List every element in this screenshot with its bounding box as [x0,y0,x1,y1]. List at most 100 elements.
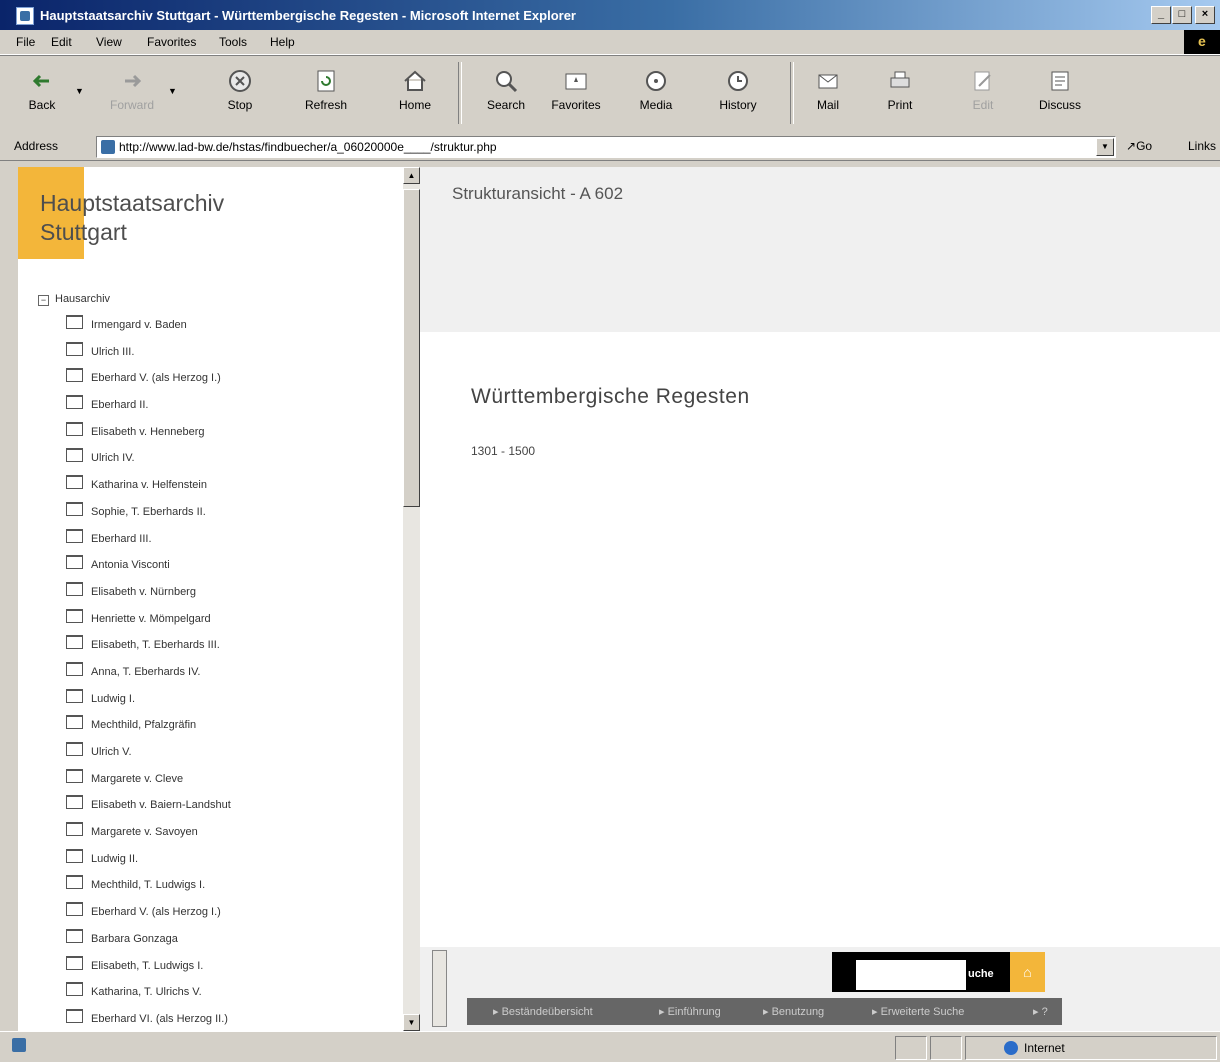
scroll-thumb[interactable] [403,189,420,507]
menu-file[interactable]: File [16,35,35,49]
window-title: Hauptstaatsarchiv Stuttgart - Württember… [40,8,576,23]
back-button[interactable]: Back [12,60,72,130]
tree-item-label: Elisabeth v. Henneberg [91,425,205,438]
nav-einfuehrung[interactable]: ▸ Einführung [659,1005,721,1018]
nav-benutzung[interactable]: ▸ Benutzung [763,1005,824,1018]
refresh-button[interactable]: Refresh [296,60,356,130]
tree-item[interactable]: Ludwig II. [66,848,231,876]
home-link-button[interactable]: ⌂ [1010,952,1045,992]
tree-item[interactable]: Katharina v. Helfenstein [66,475,231,502]
tree-item[interactable]: Ulrich V. [66,742,231,769]
nav-bestaendeuebersicht[interactable]: ▸ Beständeübersicht [493,1005,593,1018]
home-button[interactable]: Home [385,60,445,130]
tree-item[interactable]: Irmengard v. Baden [66,315,231,342]
standard-toolbar: Back ▼ Forward ▼ Stop Refresh Home Searc… [0,55,1220,133]
links-button[interactable]: Links [1188,139,1216,153]
footer-frame-scrollbar[interactable] [432,950,447,1027]
security-zone-pane [965,1036,1217,1060]
back-dropdown-arrow[interactable]: ▼ [75,86,84,96]
menu-help[interactable]: Help [270,35,295,49]
search-label: Search [486,98,526,112]
tree-item[interactable]: Anna, T. Eberhards IV. [66,661,231,689]
scroll-down-arrow[interactable]: ▼ [403,1014,420,1031]
folder-icon [66,635,83,650]
minimize-button[interactable]: _ [1151,6,1171,24]
tree-item[interactable]: Barbara Gonzaga [66,928,231,956]
menu-favorites[interactable]: Favorites [147,35,196,49]
tree-item[interactable]: Margarete v. Cleve [66,768,231,796]
history-label: History [719,98,757,112]
forward-dropdown-arrow[interactable]: ▼ [168,86,177,96]
tree-item[interactable]: Mechthild, T. Ludwigs I. [66,875,231,902]
back-label: Back [28,98,56,112]
home-icon [404,70,426,91]
tree-item-label: Ulrich III. [91,345,135,358]
tree-item[interactable]: Eberhard II. [66,395,231,422]
tree-item[interactable]: Elisabeth, T. Ludwigs I. [66,955,231,983]
media-label: Media [639,98,673,112]
tree-item[interactable]: Henriette v. Mömpelgard [66,608,231,636]
close-button[interactable]: × [1195,6,1215,24]
print-icon [890,71,910,88]
tree-item[interactable]: Eberhard V. (als Herzog I.) [66,902,231,929]
tree-item[interactable]: Mechthild, Pfalzgräfin [66,715,231,742]
menu-tools[interactable]: Tools [219,35,247,49]
collapse-icon[interactable]: − [38,295,49,306]
mail-button[interactable]: Mail [798,60,858,130]
favorites-button[interactable]: Favorites [546,60,606,130]
media-icon [646,71,666,91]
status-pane [930,1036,962,1060]
address-bar: Address http://www.lad-bw.de/hstas/findb… [0,132,1220,161]
media-button[interactable]: Media [626,60,686,130]
folder-icon [66,982,83,997]
tree-item[interactable]: Antonia Visconti [66,555,231,582]
menu-edit[interactable]: Edit [51,35,72,49]
tree-item[interactable]: Ulrich III. [66,341,231,369]
content-header: Strukturansicht - A 602 [420,167,1220,332]
left-frame-scrollbar[interactable]: ▲ ▼ [403,167,420,1031]
tree-item[interactable]: Eberhard V. (als Herzog I.) [66,368,231,395]
tree-item[interactable]: Margarete v. Savoyen [66,822,231,849]
print-label: Print [887,98,913,112]
tree-item[interactable]: Elisabeth v. Henneberg [66,421,231,449]
tree-item[interactable]: Elisabeth, T. Eberhards III. [66,635,231,662]
tree-item-label: Eberhard II. [91,399,149,412]
tree-item[interactable]: Sophie, T. Eberhards II. [66,501,231,529]
tree-root-label: Hausarchiv [55,293,111,305]
nav-erweiterte-suche[interactable]: ▸ Erweiterte Suche [872,1005,964,1018]
tree-item[interactable]: Elisabeth v. Nürnberg [66,581,231,609]
folder-icon [66,795,83,810]
search-input[interactable] [856,960,966,990]
edit-button[interactable]: Edit [953,60,1013,130]
tree-item-label: Mechthild, T. Ludwigs I. [91,879,206,892]
tree-item[interactable]: Katharina, T. Ulrichs V. [66,982,231,1009]
discuss-button[interactable]: Discuss [1030,60,1090,130]
mail-icon [818,74,838,89]
tree-root-hausarchiv[interactable]: − Hausarchiv [38,293,110,306]
address-dropdown-arrow[interactable]: ▼ [1096,138,1114,156]
ie-app-icon[interactable] [16,7,34,25]
tree-item[interactable]: Ulrich IV. [66,448,231,475]
address-input[interactable]: http://www.lad-bw.de/hstas/findbuecher/a… [96,136,1116,158]
maximize-button[interactable]: □ [1172,6,1192,24]
print-button[interactable]: Print [870,60,930,130]
tree-item[interactable]: Elisabeth v. Baiern-Landshut [66,795,231,822]
tree-item[interactable]: Ludwig I. [66,688,231,716]
tree-item-label: Henriette v. Mömpelgard [91,612,211,625]
tree-item[interactable]: Eberhard III. [66,528,231,556]
forward-button[interactable]: Forward [102,60,162,130]
folder-icon [66,501,83,516]
tree-item[interactable]: Eberhard VI. (als Herzog II.) [66,1008,231,1031]
search-button[interactable]: Search [476,60,536,130]
scroll-up-arrow[interactable]: ▲ [403,167,420,184]
collection-title: Württembergische Regesten [471,385,750,408]
nav-more[interactable]: ▸ ? [1033,1005,1048,1018]
go-button[interactable]: ↗Go [1126,139,1152,153]
address-url: http://www.lad-bw.de/hstas/findbuecher/a… [119,140,497,154]
menu-view[interactable]: View [96,35,122,49]
folder-icon [66,848,83,863]
stop-button[interactable]: Stop [210,60,270,130]
go-label: Go [1136,139,1153,153]
tree-item-label: Margarete v. Savoyen [91,826,198,839]
history-button[interactable]: History [708,60,768,130]
